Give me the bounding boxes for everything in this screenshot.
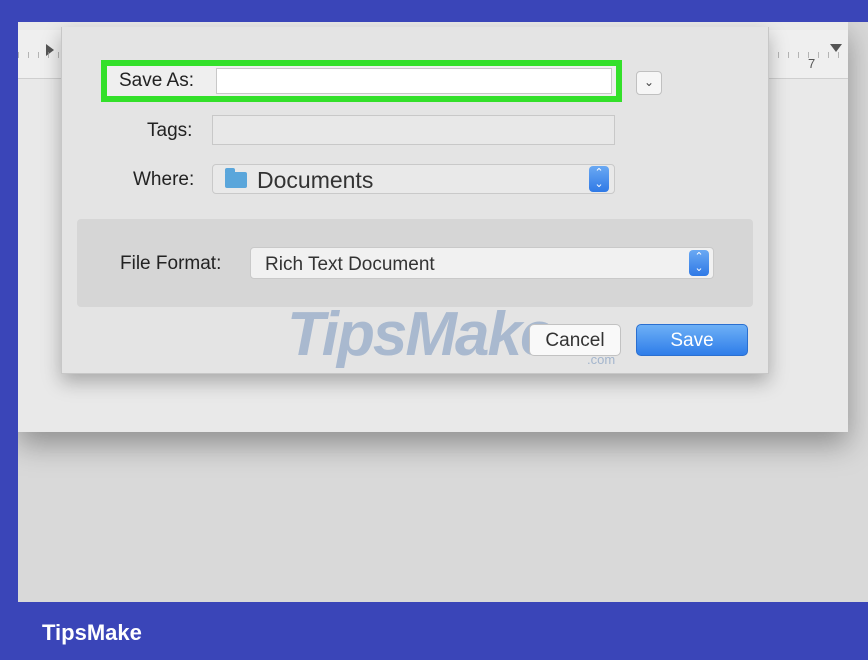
cancel-button[interactable]: Cancel bbox=[529, 324, 621, 356]
file-format-label: File Format: bbox=[120, 253, 222, 274]
save-as-highlight: Save As: bbox=[101, 60, 622, 102]
save-dialog: Save As: ⌄ Tags: Where: Documents ⌃ ⌄ Fil… bbox=[61, 27, 769, 374]
document-window: 7 Save As: ⌄ Tags: Where: Documents ⌃ ⌄ F… bbox=[18, 22, 848, 432]
folder-icon bbox=[225, 168, 247, 188]
tags-input[interactable] bbox=[212, 115, 615, 145]
screenshot-canvas: 7 Save As: ⌄ Tags: Where: Documents ⌃ ⌄ F… bbox=[18, 22, 868, 602]
where-stepper[interactable]: ⌃ ⌄ bbox=[589, 166, 609, 192]
tags-label: Tags: bbox=[147, 120, 193, 141]
chevron-down-icon: ⌄ bbox=[643, 75, 655, 89]
watermark-logo: TipsMake bbox=[287, 300, 554, 369]
save-as-input[interactable] bbox=[216, 68, 612, 94]
where-select[interactable]: Documents bbox=[212, 164, 615, 194]
stepper-icon: ⌃ ⌄ bbox=[594, 167, 604, 190]
where-label: Where: bbox=[133, 169, 195, 190]
stepper-icon: ⌃ ⌄ bbox=[694, 251, 704, 274]
file-format-stepper[interactable]: ⌃ ⌄ bbox=[689, 250, 709, 276]
where-value: Documents bbox=[257, 167, 374, 193]
save-as-label: Save As: bbox=[119, 70, 194, 91]
file-format-select[interactable]: Rich Text Document bbox=[250, 247, 714, 279]
expand-dialog-button[interactable]: ⌄ bbox=[636, 71, 662, 95]
brand-caption: TipsMake bbox=[42, 620, 142, 645]
file-format-panel: File Format: Rich Text Document ⌃ ⌄ bbox=[77, 219, 753, 307]
save-button[interactable]: Save bbox=[636, 324, 748, 356]
right-indent-marker[interactable] bbox=[830, 44, 842, 52]
ruler-number: 7 bbox=[808, 56, 816, 71]
file-format-value: Rich Text Document bbox=[265, 254, 435, 275]
